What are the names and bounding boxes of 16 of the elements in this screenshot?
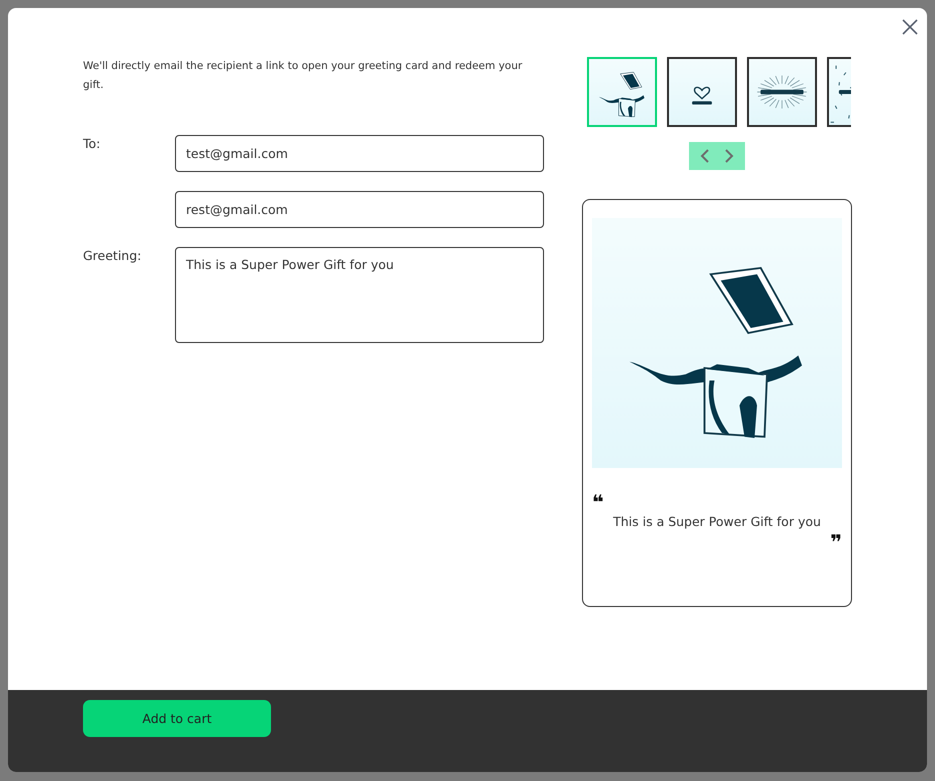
- card-design-thumbnail[interactable]: [667, 57, 737, 127]
- chevron-left-icon[interactable]: [699, 148, 711, 164]
- email-field[interactable]: test@gmail.com: [175, 135, 544, 172]
- close-icon[interactable]: [902, 19, 918, 35]
- card-design-thumbnail[interactable]: [587, 57, 657, 127]
- card-design-thumbnail[interactable]: [747, 57, 817, 127]
- email-field[interactable]: rest@gmail.com: [175, 191, 544, 228]
- intro-text: We'll directly email the recipient a link to open your greeting card and redeem your gift.: [83, 59, 524, 93]
- field-label: Greeting:: [83, 247, 142, 263]
- chevron-right-icon[interactable]: [723, 148, 735, 164]
- close-quote: ❞: [830, 532, 842, 552]
- greeting-message: This is a Super Power Gift for you: [612, 513, 822, 531]
- open-quote: ❝: [592, 492, 604, 512]
- greeting-field[interactable]: This is a Super Power Gift for you: [175, 247, 544, 343]
- field-label: To:: [83, 135, 102, 151]
- add-to-cart-button[interactable]: Add to cart: [83, 700, 271, 737]
